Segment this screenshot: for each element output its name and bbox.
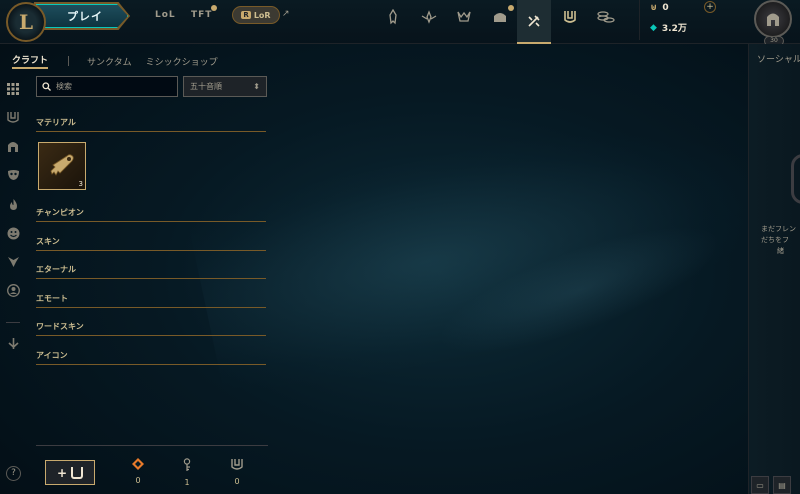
item-count: 3: [78, 180, 83, 188]
mythic-essence-value: 0: [234, 477, 240, 486]
chat-window-icon[interactable]: ▤: [773, 476, 791, 494]
social-empty-message: まだフレン だちをフ 緒: [761, 224, 800, 257]
blue-essence-icon: ◆: [650, 22, 657, 33]
tab-sanctum[interactable]: サンクタム: [87, 55, 132, 68]
material-box-icon: [71, 466, 84, 479]
background-swirl: [185, 93, 775, 407]
chat-icon[interactable]: ▭: [751, 476, 769, 494]
lor-badge-icon: R: [241, 11, 251, 19]
key-fragment-counter: 1: [177, 458, 197, 487]
champion-icon[interactable]: [6, 139, 20, 153]
key-fragment-icon: [183, 458, 191, 471]
divider: [36, 445, 268, 446]
tab-mythic-shop[interactable]: ミシックショップ: [146, 55, 218, 68]
sort-label: 五十音順: [190, 82, 222, 91]
dropdown-arrow-icon: ⬍: [253, 82, 260, 91]
add-loot-button[interactable]: +: [45, 460, 95, 485]
social-title: ソーシャル: [757, 55, 800, 65]
profile-icon[interactable]: [6, 283, 20, 297]
section-ward-skin[interactable]: ワードスキン: [36, 321, 266, 336]
search-icon: [42, 82, 51, 91]
notification-dot: [508, 5, 514, 11]
sub-nav: クラフト サンクタム ミシックショップ: [12, 53, 232, 69]
section-eternal[interactable]: エターナル: [36, 264, 266, 279]
sort-dropdown[interactable]: 五十音順 ⬍: [183, 76, 267, 97]
ward-skin-icon[interactable]: [6, 254, 20, 268]
divider: [68, 56, 70, 66]
loot-icon[interactable]: [517, 0, 551, 44]
background-swirl: [425, 201, 735, 379]
mythic-essence-icon: [231, 459, 243, 470]
notification-dot: [211, 5, 217, 11]
divider: [6, 322, 20, 323]
grid-icon[interactable]: [6, 82, 20, 96]
hextech-key-item[interactable]: 3: [38, 142, 86, 190]
social-panel: ソーシャル まだフレン だちをフ 緒: [748, 44, 800, 494]
material-icon[interactable]: [6, 110, 20, 124]
ranked-icon[interactable]: [447, 0, 481, 34]
message-line: 緒: [777, 247, 784, 255]
champions-icon[interactable]: [376, 0, 410, 34]
league-logo[interactable]: L: [6, 2, 46, 42]
section-champion[interactable]: チャンピオン: [36, 207, 266, 222]
orange-essence-value: 0: [135, 476, 141, 485]
blue-essence-value: 3.2万: [661, 24, 687, 34]
lor-label: LoR: [253, 10, 271, 20]
top-bar: プレイ L LoL TFT R LoR ↗ ⊎ 0 ◆ 3.2万 + 30: [0, 0, 800, 46]
orange-essence-icon: ⊎: [650, 3, 658, 13]
tab-craft[interactable]: クラフト: [12, 53, 49, 69]
orange-essence-counter: 0: [128, 458, 148, 485]
add-label: +: [56, 465, 68, 480]
tab-lol[interactable]: LoL: [155, 10, 176, 20]
message-line: だちをフ: [761, 236, 789, 244]
play-button[interactable]: プレイ: [36, 4, 128, 28]
mythic-essence-counter: 0: [227, 458, 247, 486]
arrow-down-icon[interactable]: [6, 336, 20, 350]
store-icon[interactable]: [589, 0, 623, 34]
tab-lor[interactable]: R LoR: [232, 6, 280, 24]
crafting-icon[interactable]: [553, 0, 587, 34]
external-link-icon: ↗: [282, 9, 290, 19]
search-input[interactable]: [56, 82, 166, 91]
orange-essence-icon: [132, 458, 144, 470]
key-fragment-value: 1: [184, 478, 190, 487]
avatar[interactable]: [754, 0, 792, 38]
tab-tft[interactable]: TFT: [191, 10, 212, 20]
search-field[interactable]: [36, 76, 178, 97]
eternal-flame-icon[interactable]: [6, 197, 20, 211]
friends-illustration: [791, 154, 800, 204]
message-line: まだフレン: [761, 225, 796, 233]
skin-mask-icon[interactable]: [6, 168, 20, 182]
orange-essence-value: 0: [662, 3, 669, 13]
buy-currency-button[interactable]: +: [704, 1, 716, 13]
key-icon: [50, 154, 74, 176]
section-emote[interactable]: エモート: [36, 293, 266, 308]
help-button[interactable]: ?: [6, 466, 21, 481]
section-skin[interactable]: スキン: [36, 236, 266, 251]
section-material[interactable]: マテリアル: [36, 117, 266, 132]
emote-icon[interactable]: [6, 226, 20, 240]
section-icon[interactable]: アイコン: [36, 350, 266, 365]
loot-flower-icon[interactable]: [412, 0, 446, 34]
